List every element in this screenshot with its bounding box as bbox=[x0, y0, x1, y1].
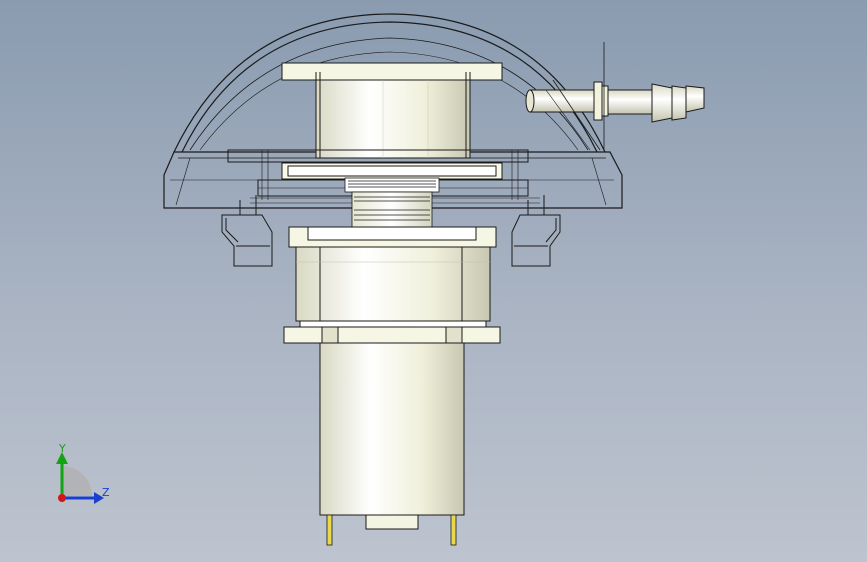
lower-flange[interactable] bbox=[283, 320, 501, 344]
right-clip[interactable] bbox=[511, 195, 561, 267]
3d-viewport[interactable]: Y Z bbox=[0, 0, 867, 562]
z-axis-label: Z bbox=[102, 486, 110, 499]
left-clip[interactable] bbox=[221, 195, 273, 267]
coordinate-triad: Y Z bbox=[40, 436, 120, 516]
threaded-shaft[interactable] bbox=[344, 177, 440, 228]
middle-flange[interactable] bbox=[288, 226, 497, 322]
motor-body[interactable] bbox=[319, 342, 465, 530]
upper-housing[interactable] bbox=[281, 62, 503, 159]
coordinate-triad-icon bbox=[56, 452, 104, 504]
hose-barb-nozzle[interactable] bbox=[525, 42, 705, 151]
y-axis-label: Y bbox=[59, 442, 66, 455]
assembly-model[interactable] bbox=[0, 0, 867, 562]
